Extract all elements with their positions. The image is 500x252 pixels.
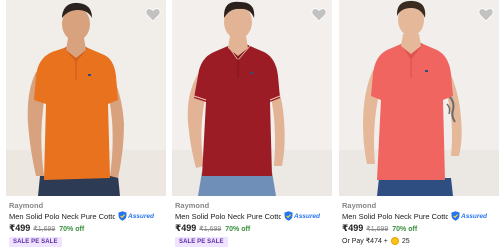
assured-label: Assured (294, 212, 321, 220)
discount-label: 70% off (392, 226, 418, 233)
shield-check-icon (451, 211, 460, 221)
shield-check-icon (284, 211, 293, 221)
brand-name: Raymond (9, 201, 44, 210)
product-card[interactable]: Raymond Men Solid Polo Neck Pure Cotton … (339, 0, 499, 252)
shield-check-icon (118, 211, 127, 221)
brand-name: Raymond (175, 201, 210, 210)
original-price: ₹1,699 (33, 226, 56, 233)
wishlist-button[interactable] (478, 7, 494, 22)
assured-badge: Assured (451, 211, 487, 221)
supercoin-icon (390, 237, 399, 245)
selling-price: ₹499 (9, 223, 31, 233)
product-image[interactable] (339, 0, 499, 196)
price-row: ₹499 ₹1,699 70% off (175, 223, 250, 234)
heart-icon (478, 8, 494, 22)
brand-name: Raymond (342, 201, 377, 210)
product-title[interactable]: Men Solid Polo Neck Pure Cotton T-Shirt (9, 212, 115, 221)
model-photo (339, 0, 499, 196)
coin-offer: Or Pay ₹474 + 25 (342, 237, 410, 245)
heart-icon (311, 8, 327, 22)
selling-price: ₹499 (342, 223, 364, 233)
product-image[interactable] (6, 0, 166, 196)
wishlist-button[interactable] (311, 7, 327, 22)
product-card[interactable]: Raymond Men Solid Polo Neck Pure Cotton … (6, 0, 166, 252)
product-title[interactable]: Men Solid Polo Neck Pure Cotton T-Shirt (342, 212, 448, 221)
selling-price: ₹499 (175, 223, 197, 233)
price-row: ₹499 ₹1,699 70% off (342, 223, 417, 234)
assured-badge: Assured (118, 211, 154, 221)
original-price: ₹1,699 (366, 226, 389, 233)
product-title[interactable]: Men Solid Polo Neck Pure Cotton T-Shirt (175, 212, 281, 221)
heart-icon (145, 8, 161, 22)
sale-badge: SALE PE SALE (175, 237, 228, 247)
original-price: ₹1,699 (199, 226, 222, 233)
assured-label: Assured (128, 212, 155, 220)
price-row: ₹499 ₹1,699 70% off (9, 223, 84, 234)
discount-label: 70% off (225, 226, 251, 233)
model-photo (6, 0, 166, 196)
pay-prefix: Or Pay ₹474 + (342, 238, 388, 245)
model-photo (172, 0, 332, 196)
assured-badge: Assured (284, 211, 320, 221)
product-card[interactable]: Raymond Men Solid Polo Neck Pure Cotton … (172, 0, 332, 252)
wishlist-button[interactable] (145, 7, 161, 22)
sale-badge: SALE PE SALE (9, 237, 62, 247)
product-image[interactable] (172, 0, 332, 196)
coin-count: 25 (401, 237, 410, 245)
assured-label: Assured (461, 212, 488, 220)
discount-label: 70% off (59, 226, 85, 233)
